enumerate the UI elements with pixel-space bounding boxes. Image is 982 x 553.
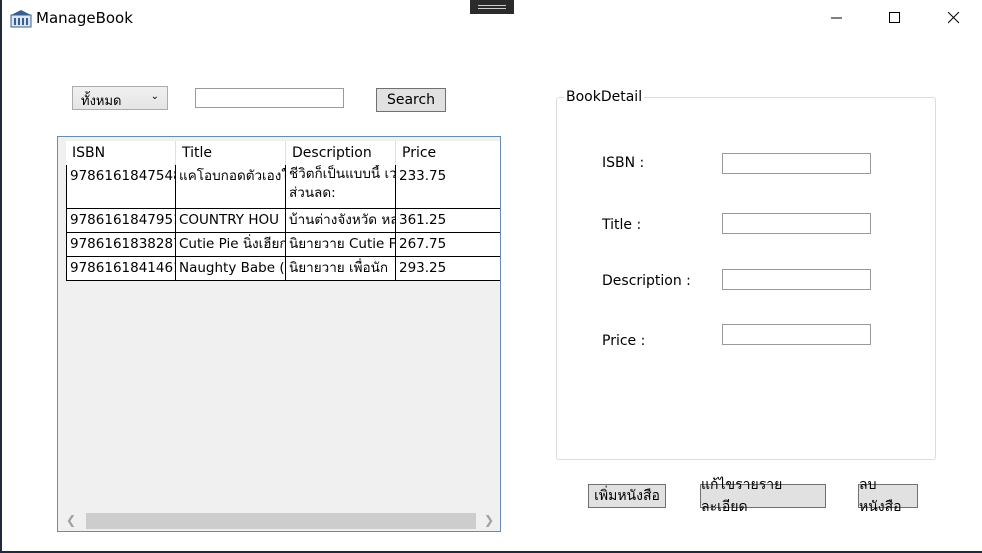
price-field[interactable] xyxy=(722,324,871,345)
add-book-button[interactable]: เพิ่มหนังสือ xyxy=(588,484,666,508)
cell-description[interactable]: ชีวิตก็เป็นแบบนี้ เว ส่วนลด: xyxy=(286,165,396,209)
scroll-right-icon[interactable]: ❯ xyxy=(484,513,494,527)
maximize-button[interactable] xyxy=(872,0,918,36)
cell-isbn[interactable]: 9786161838287 xyxy=(66,233,176,257)
manage-book-window: ManageBook ทั้งหมด ⌄ Search ISBN Title D… xyxy=(0,0,982,553)
delete-book-button[interactable]: ลบหนังสือ xyxy=(858,477,918,515)
minimize-button[interactable] xyxy=(814,0,860,36)
cell-description-line: ชีวิตก็เป็นแบบนี้ เว xyxy=(289,166,395,182)
window-title: ManageBook xyxy=(36,9,133,27)
books-datagrid[interactable]: ISBN Title Description Price 97861618475… xyxy=(57,136,501,532)
minimize-icon xyxy=(831,17,842,19)
horizontal-scrollbar[interactable]: ❮ ❯ xyxy=(58,511,500,531)
maximize-icon xyxy=(889,12,900,23)
description-field[interactable] xyxy=(722,269,871,290)
window-left-border xyxy=(0,0,2,553)
close-button[interactable] xyxy=(931,0,977,36)
cell-description[interactable]: นิยายวาย Cutie F xyxy=(286,233,396,257)
book-detail-group-title: BookDetail xyxy=(564,89,645,105)
title-label: Title : xyxy=(602,217,642,233)
scrollbar-thumb[interactable] xyxy=(86,513,476,529)
cell-title[interactable]: แคโอบกอดตัวเองใ xyxy=(176,165,286,209)
title-field[interactable] xyxy=(722,213,871,234)
description-label: Description : xyxy=(602,273,691,289)
isbn-field[interactable] xyxy=(722,153,871,174)
column-header-description[interactable]: Description xyxy=(286,141,396,165)
drag-grip-handle[interactable] xyxy=(470,0,514,14)
column-header-isbn[interactable]: ISBN xyxy=(66,141,176,165)
cell-price[interactable]: 267.75 xyxy=(396,233,500,257)
cell-description[interactable]: นิยายวาย เพื่อนัก xyxy=(286,257,396,281)
scroll-left-icon[interactable]: ❮ xyxy=(66,513,76,527)
close-icon xyxy=(948,12,960,24)
edit-details-button[interactable]: แก้ไขรายรายละเอียด xyxy=(700,477,826,515)
column-header-price[interactable]: Price xyxy=(396,141,500,165)
cell-title[interactable]: Naughty Babe ( xyxy=(176,257,286,281)
chevron-down-icon: ⌄ xyxy=(150,91,159,102)
category-combobox[interactable]: ทั้งหมด ⌄ xyxy=(72,86,168,110)
column-header-title[interactable]: Title xyxy=(176,141,286,165)
cell-description-line: ส่วนลด: xyxy=(289,185,336,201)
search-input[interactable] xyxy=(195,88,344,108)
search-button[interactable]: Search xyxy=(376,88,446,112)
cell-isbn[interactable]: 9786161847951 xyxy=(66,209,176,233)
app-icon xyxy=(10,10,32,28)
cell-isbn[interactable]: 9786161847548 xyxy=(66,165,176,209)
cell-description[interactable]: บ้านต่างจังหวัด หล xyxy=(286,209,396,233)
price-label: Price : xyxy=(602,333,646,349)
cell-title[interactable]: Cutie Pie นิ่งเฮียก xyxy=(176,233,286,257)
cell-price[interactable]: 361.25 xyxy=(396,209,500,233)
cell-price[interactable]: 293.25 xyxy=(396,257,500,281)
cell-price[interactable]: 233.75 xyxy=(396,165,500,209)
cell-isbn[interactable]: 9786161841461 xyxy=(66,257,176,281)
cell-title[interactable]: COUNTRY HOU xyxy=(176,209,286,233)
isbn-label: ISBN : xyxy=(602,155,645,171)
category-selected-value: ทั้งหมด xyxy=(81,94,122,109)
